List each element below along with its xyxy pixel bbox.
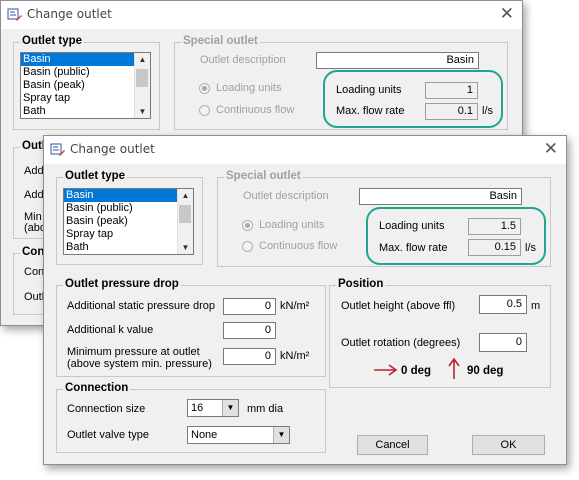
list-item[interactable]: Spray tap: [64, 228, 193, 241]
connection-label: Connection: [63, 382, 131, 394]
front-highlight-outline: [366, 207, 546, 265]
front-loading-units-radio-label: Loading units: [259, 219, 325, 231]
back-outlet-type-label: Outlet type: [20, 35, 85, 47]
static-pressure-unit: kN/m²: [280, 300, 310, 312]
front-dialog: Change outlet ✕ Outlet type Basin Basin …: [43, 135, 567, 465]
outlet-valve-select[interactable]: None ▼: [187, 426, 290, 444]
connection-size-label: Connection size: [67, 403, 146, 415]
min-pressure-label-1: Minimum pressure at outlet: [67, 346, 200, 358]
connection-size-unit: mm dia: [247, 403, 284, 415]
list-item[interactable]: Basin (public): [21, 66, 150, 79]
ok-button[interactable]: OK: [472, 435, 545, 455]
position-label: Position: [336, 278, 386, 290]
front-continuous-flow-radio-label: Continuous flow: [259, 240, 338, 252]
front-outlet-description-label: Outlet description: [243, 190, 329, 202]
list-item[interactable]: Basin (peak): [64, 215, 193, 228]
arrow-right-icon: [374, 364, 398, 376]
outlet-height-field[interactable]: 0.5: [479, 295, 527, 314]
chevron-down-icon[interactable]: ▼: [273, 427, 289, 443]
front-title-text: Change outlet: [70, 142, 155, 156]
outlet-rotation-label: Outlet rotation (degrees): [341, 337, 461, 349]
front-continuous-flow-radio[interactable]: [242, 241, 253, 252]
scroll-up-icon[interactable]: ▲: [135, 53, 150, 66]
min-pressure-field[interactable]: 0: [223, 348, 276, 365]
back-outlet-description-label: Outlet description: [200, 54, 286, 66]
static-pressure-label: Additional static pressure drop: [67, 300, 215, 312]
list-item[interactable]: Basin: [64, 189, 193, 202]
ok-button-label: OK: [500, 439, 517, 451]
front-outlet-type-label: Outlet type: [63, 170, 128, 182]
front-special-outlet-label: Special outlet: [224, 170, 303, 182]
annotation-0-deg: 0 deg: [401, 365, 432, 377]
app-icon: [50, 143, 65, 156]
k-value-label: Additional k value: [67, 324, 154, 336]
connection-size-value: 16: [191, 402, 204, 414]
back-partial-label-6: Outl: [24, 291, 45, 303]
back-loading-units-radio-label: Loading units: [216, 82, 282, 94]
back-loading-units-radio[interactable]: [199, 83, 210, 94]
front-list-scrollbar[interactable]: ▲ ▼: [177, 189, 193, 254]
min-pressure-label-2: (above system min. pressure): [67, 358, 212, 370]
back-list-scrollbar[interactable]: ▲ ▼: [134, 53, 150, 118]
back-continuous-flow-radio-label: Continuous flow: [216, 104, 295, 116]
back-outlet-description-field[interactable]: Basin: [316, 52, 479, 69]
outlet-height-unit: m: [531, 300, 541, 312]
scroll-thumb[interactable]: [136, 69, 148, 87]
cancel-button-label: Cancel: [375, 439, 410, 451]
static-pressure-field[interactable]: 0: [223, 298, 276, 315]
k-value-field[interactable]: 0: [223, 322, 276, 339]
list-item[interactable]: Basin (public): [64, 202, 193, 215]
back-highlight-outline: [323, 70, 503, 128]
arrow-up-icon: [448, 358, 460, 379]
annotation-90-deg: 90 deg: [467, 365, 504, 377]
front-title-bar[interactable]: Change outlet ✕: [44, 136, 566, 164]
front-loading-units-radio[interactable]: [242, 220, 253, 231]
list-item[interactable]: Spray tap: [21, 92, 150, 105]
cancel-button[interactable]: Cancel: [357, 435, 428, 455]
pressure-drop-label: Outlet pressure drop: [63, 278, 181, 290]
list-item[interactable]: Bath: [64, 241, 193, 254]
scroll-thumb[interactable]: [179, 205, 191, 223]
outlet-height-label: Outlet height (above ffl): [341, 300, 456, 312]
front-outlet-type-list[interactable]: Basin Basin (public) Basin (peak) Spray …: [63, 188, 194, 255]
scroll-up-icon[interactable]: ▲: [178, 189, 193, 202]
back-continuous-flow-radio[interactable]: [199, 105, 210, 116]
front-outlet-description-field[interactable]: Basin: [359, 188, 522, 205]
connection-size-select[interactable]: 16 ▼: [187, 399, 239, 417]
back-outlet-type-list[interactable]: Basin Basin (public) Basin (peak) Spray …: [20, 52, 151, 119]
back-partial-label-2: Add: [24, 189, 44, 201]
back-title-text: Change outlet: [27, 7, 112, 21]
scroll-down-icon[interactable]: ▼: [178, 241, 193, 254]
back-close-icon[interactable]: ✕: [500, 4, 514, 24]
list-item[interactable]: Bath: [21, 105, 150, 118]
front-close-icon[interactable]: ✕: [544, 139, 558, 159]
app-icon: [7, 8, 22, 21]
outlet-rotation-field[interactable]: 0: [479, 333, 527, 352]
list-item[interactable]: Basin (peak): [21, 79, 150, 92]
scroll-down-icon[interactable]: ▼: [135, 105, 150, 118]
list-item[interactable]: Basin: [21, 53, 150, 66]
chevron-down-icon[interactable]: ▼: [222, 400, 238, 416]
min-pressure-unit: kN/m²: [280, 350, 310, 362]
back-special-outlet-label: Special outlet: [181, 35, 260, 47]
outlet-valve-label: Outlet valve type: [67, 429, 149, 441]
back-title-bar[interactable]: Change outlet ✕: [1, 1, 522, 29]
outlet-valve-value: None: [191, 429, 218, 441]
